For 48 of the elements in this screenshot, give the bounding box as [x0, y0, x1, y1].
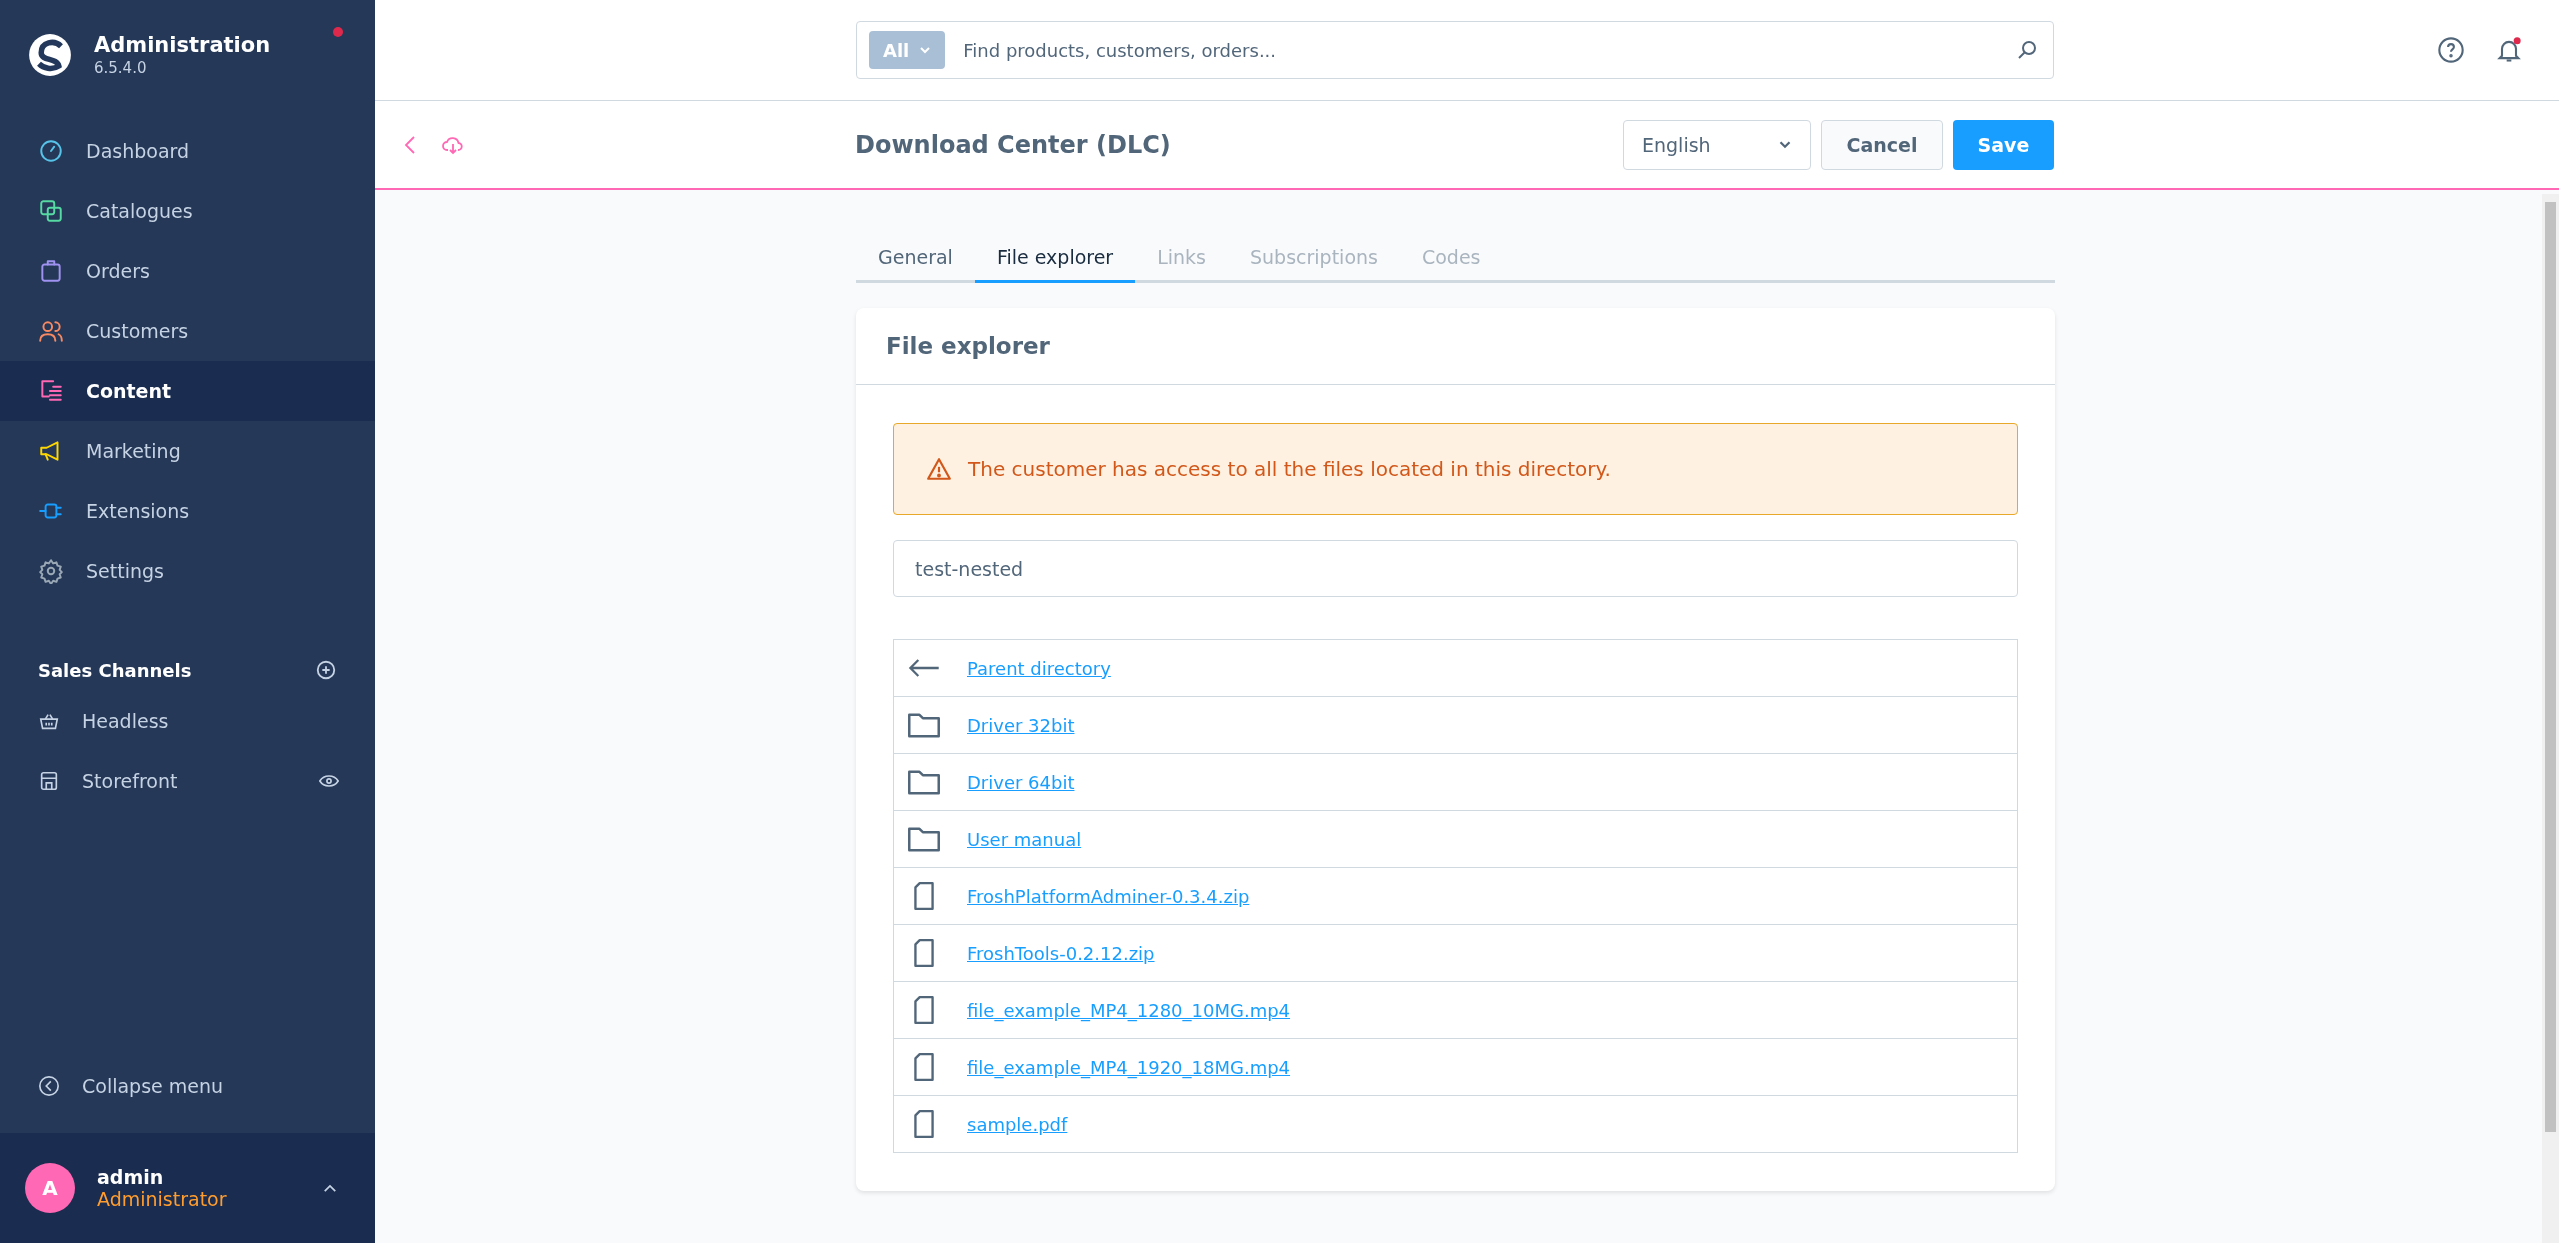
- eye-icon[interactable]: [319, 774, 339, 788]
- warning-text: The customer has access to all the files located in this directory.: [968, 457, 1611, 481]
- tab[interactable]: General: [856, 234, 975, 283]
- file-link[interactable]: file_example_MP4_1920_18MG.mp4: [967, 1056, 1291, 1078]
- section-heading: Sales Channels: [38, 659, 192, 681]
- file-link[interactable]: User manual: [967, 828, 1082, 850]
- store-icon: [38, 770, 60, 792]
- file-link[interactable]: FroshTools-0.2.12.zip: [967, 942, 1155, 964]
- app-title: Administration: [94, 33, 272, 57]
- nav-item[interactable]: Marketing: [0, 421, 375, 481]
- chevron-left-icon: [38, 1075, 60, 1097]
- chevron-down-icon: [919, 46, 932, 54]
- help-icon[interactable]: [2437, 36, 2465, 64]
- path-field[interactable]: test-nested: [893, 540, 2018, 597]
- bell-icon[interactable]: [2495, 36, 2523, 64]
- nav-item[interactable]: Orders: [0, 241, 375, 301]
- sales-channel-link[interactable]: Headless: [82, 710, 339, 732]
- version-label: 6.5.4.0: [94, 59, 148, 77]
- nav-item[interactable]: Content: [0, 361, 375, 421]
- file-link[interactable]: FroshPlatformAdminer-0.3.4.zip: [967, 885, 1250, 907]
- save-button[interactable]: Save: [1953, 119, 2054, 170]
- user-role: Administrator: [97, 1188, 228, 1210]
- nav-item[interactable]: Extensions: [0, 481, 375, 541]
- notification-dot: [333, 27, 343, 37]
- user-name: admin: [97, 1166, 165, 1188]
- avatar: A: [25, 1163, 75, 1213]
- tab[interactable]: File explorer: [974, 234, 1136, 283]
- cancel-button[interactable]: Cancel: [1821, 119, 1943, 170]
- page-title: Download Center (DLC): [855, 130, 1171, 159]
- nav-item[interactable]: Dashboard: [0, 121, 375, 181]
- collapse-menu-button[interactable]: Collapse menu: [0, 1069, 375, 1133]
- chevron-down-icon: [1778, 140, 1792, 149]
- chevron-up-icon[interactable]: [323, 1183, 337, 1193]
- warning-icon: [926, 456, 952, 482]
- nav-item[interactable]: Customers: [0, 301, 375, 361]
- scrollbar[interactable]: [2542, 194, 2559, 1243]
- file-link[interactable]: Driver 64bit: [967, 771, 1075, 793]
- file-link[interactable]: file_example_MP4_1280_10MG.mp4: [967, 999, 1291, 1021]
- logo-icon: [28, 33, 72, 77]
- language-select[interactable]: English: [1623, 119, 1811, 170]
- file-link[interactable]: Parent directory: [967, 657, 1111, 679]
- add-icon[interactable]: [315, 659, 337, 681]
- file-link[interactable]: sample.pdf: [967, 1113, 1068, 1135]
- file-link[interactable]: Driver 32bit: [967, 714, 1075, 736]
- nav-item[interactable]: Catalogues: [0, 181, 375, 241]
- card-title: File explorer: [886, 333, 1050, 359]
- sales-channel-link[interactable]: Storefront: [82, 770, 297, 792]
- nav-item[interactable]: Settings: [0, 541, 375, 601]
